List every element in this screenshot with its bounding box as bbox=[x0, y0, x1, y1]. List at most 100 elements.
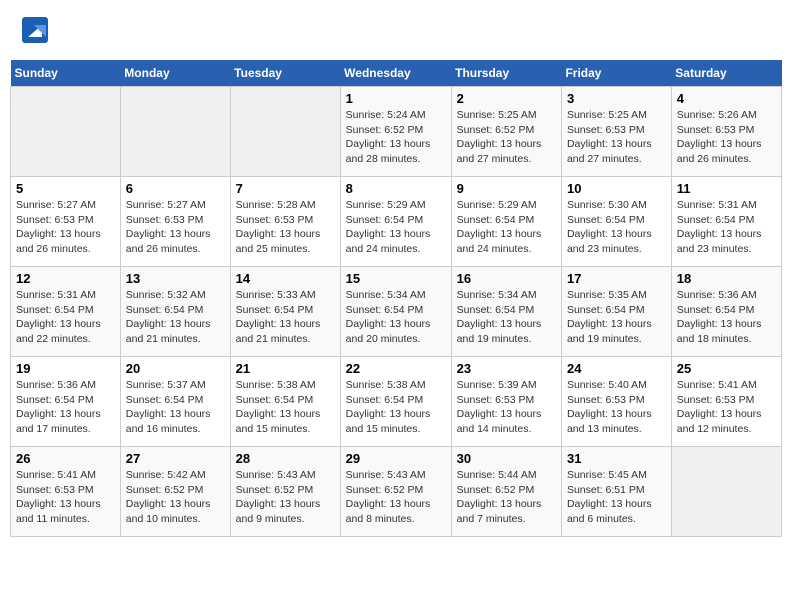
calendar-cell: 3 Sunrise: 5:25 AMSunset: 6:53 PMDaylight… bbox=[561, 87, 671, 177]
day-number: 27 bbox=[126, 451, 225, 466]
day-info: Sunrise: 5:39 AMSunset: 6:53 PMDaylight:… bbox=[457, 378, 556, 437]
calendar-cell: 6 Sunrise: 5:27 AMSunset: 6:53 PMDaylight… bbox=[120, 177, 230, 267]
calendar-cell: 12Sunrise: 5:31 AMSunset: 6:54 PMDayligh… bbox=[11, 267, 121, 357]
day-number: 26 bbox=[16, 451, 115, 466]
calendar-cell: 17 Sunrise: 5:35 AMSunset: 6:54 PMDayligh… bbox=[561, 267, 671, 357]
calendar-week-row: 26 Sunrise: 5:41 AMSunset: 6:53 PMDayligh… bbox=[11, 447, 782, 537]
calendar-cell: 31 Sunrise: 5:45 AMSunset: 6:51 PMDayligh… bbox=[561, 447, 671, 537]
day-info: Sunrise: 5:29 AMSunset: 6:54 PMDaylight:… bbox=[346, 198, 446, 257]
day-info: Sunrise: 5:28 AMSunset: 6:53 PMDaylight:… bbox=[236, 198, 335, 257]
day-number: 29 bbox=[346, 451, 446, 466]
calendar-cell bbox=[671, 447, 781, 537]
day-info: Sunrise: 5:44 AMSunset: 6:52 PMDaylight:… bbox=[457, 468, 556, 527]
day-info: Sunrise: 5:27 AMSunset: 6:53 PMDaylight:… bbox=[126, 198, 225, 257]
calendar-table: SundayMondayTuesdayWednesdayThursdayFrid… bbox=[10, 60, 782, 537]
day-number: 31 bbox=[567, 451, 666, 466]
weekday-header-row: SundayMondayTuesdayWednesdayThursdayFrid… bbox=[11, 60, 782, 87]
day-number: 1 bbox=[346, 91, 446, 106]
day-info: Sunrise: 5:37 AMSunset: 6:54 PMDaylight:… bbox=[126, 378, 225, 437]
day-info: Sunrise: 5:27 AMSunset: 6:53 PMDaylight:… bbox=[16, 198, 115, 257]
calendar-week-row: 19 Sunrise: 5:36 AMSunset: 6:54 PMDayligh… bbox=[11, 357, 782, 447]
day-info: Sunrise: 5:31 AMSunset: 6:54 PMDaylight:… bbox=[16, 288, 115, 347]
day-info: Sunrise: 5:41 AMSunset: 6:53 PMDaylight:… bbox=[677, 378, 776, 437]
calendar-cell: 25Sunrise: 5:41 AMSunset: 6:53 PMDayligh… bbox=[671, 357, 781, 447]
day-info: Sunrise: 5:32 AMSunset: 6:54 PMDaylight:… bbox=[126, 288, 225, 347]
weekday-header: Thursday bbox=[451, 60, 561, 87]
day-info: Sunrise: 5:25 AMSunset: 6:52 PMDaylight:… bbox=[457, 108, 556, 167]
day-info: Sunrise: 5:36 AMSunset: 6:54 PMDaylight:… bbox=[16, 378, 115, 437]
day-number: 16 bbox=[457, 271, 556, 286]
day-number: 18 bbox=[677, 271, 776, 286]
calendar-cell: 13 Sunrise: 5:32 AMSunset: 6:54 PMDayligh… bbox=[120, 267, 230, 357]
calendar-cell: 30 Sunrise: 5:44 AMSunset: 6:52 PMDayligh… bbox=[451, 447, 561, 537]
day-info: Sunrise: 5:35 AMSunset: 6:54 PMDaylight:… bbox=[567, 288, 666, 347]
calendar-cell: 26 Sunrise: 5:41 AMSunset: 6:53 PMDayligh… bbox=[11, 447, 121, 537]
calendar-cell bbox=[11, 87, 121, 177]
calendar-cell: 16Sunrise: 5:34 AMSunset: 6:54 PMDayligh… bbox=[451, 267, 561, 357]
calendar-cell: 10 Sunrise: 5:30 AMSunset: 6:54 PMDayligh… bbox=[561, 177, 671, 267]
day-info: Sunrise: 5:38 AMSunset: 6:54 PMDaylight:… bbox=[346, 378, 446, 437]
day-number: 22 bbox=[346, 361, 446, 376]
day-info: Sunrise: 5:26 AMSunset: 6:53 PMDaylight:… bbox=[677, 108, 776, 167]
day-info: Sunrise: 5:41 AMSunset: 6:53 PMDaylight:… bbox=[16, 468, 115, 527]
calendar-cell: 21 Sunrise: 5:38 AMSunset: 6:54 PMDayligh… bbox=[230, 357, 340, 447]
calendar-cell: 14Sunrise: 5:33 AMSunset: 6:54 PMDayligh… bbox=[230, 267, 340, 357]
calendar-week-row: 1 Sunrise: 5:24 AMSunset: 6:52 PMDaylight… bbox=[11, 87, 782, 177]
calendar-cell: 15 Sunrise: 5:34 AMSunset: 6:54 PMDayligh… bbox=[340, 267, 451, 357]
logo-icon bbox=[20, 15, 50, 45]
calendar-cell: 1 Sunrise: 5:24 AMSunset: 6:52 PMDaylight… bbox=[340, 87, 451, 177]
day-number: 11 bbox=[677, 181, 776, 196]
day-number: 14 bbox=[236, 271, 335, 286]
weekday-header: Sunday bbox=[11, 60, 121, 87]
calendar-cell: 8Sunrise: 5:29 AMSunset: 6:54 PMDaylight… bbox=[340, 177, 451, 267]
day-number: 23 bbox=[457, 361, 556, 376]
day-info: Sunrise: 5:45 AMSunset: 6:51 PMDaylight:… bbox=[567, 468, 666, 527]
calendar-cell: 19 Sunrise: 5:36 AMSunset: 6:54 PMDayligh… bbox=[11, 357, 121, 447]
day-number: 7 bbox=[236, 181, 335, 196]
day-info: Sunrise: 5:38 AMSunset: 6:54 PMDaylight:… bbox=[236, 378, 335, 437]
day-info: Sunrise: 5:36 AMSunset: 6:54 PMDaylight:… bbox=[677, 288, 776, 347]
day-number: 28 bbox=[236, 451, 335, 466]
calendar-header: SundayMondayTuesdayWednesdayThursdayFrid… bbox=[11, 60, 782, 87]
weekday-header: Wednesday bbox=[340, 60, 451, 87]
day-number: 3 bbox=[567, 91, 666, 106]
calendar-cell: 2 Sunrise: 5:25 AMSunset: 6:52 PMDaylight… bbox=[451, 87, 561, 177]
weekday-header: Tuesday bbox=[230, 60, 340, 87]
day-number: 17 bbox=[567, 271, 666, 286]
day-number: 6 bbox=[126, 181, 225, 196]
day-info: Sunrise: 5:43 AMSunset: 6:52 PMDaylight:… bbox=[236, 468, 335, 527]
day-info: Sunrise: 5:40 AMSunset: 6:53 PMDaylight:… bbox=[567, 378, 666, 437]
day-info: Sunrise: 5:43 AMSunset: 6:52 PMDaylight:… bbox=[346, 468, 446, 527]
weekday-header: Saturday bbox=[671, 60, 781, 87]
day-number: 2 bbox=[457, 91, 556, 106]
day-info: Sunrise: 5:30 AMSunset: 6:54 PMDaylight:… bbox=[567, 198, 666, 257]
day-number: 30 bbox=[457, 451, 556, 466]
day-info: Sunrise: 5:24 AMSunset: 6:52 PMDaylight:… bbox=[346, 108, 446, 167]
day-number: 9 bbox=[457, 181, 556, 196]
day-number: 21 bbox=[236, 361, 335, 376]
calendar-cell: 7 Sunrise: 5:28 AMSunset: 6:53 PMDaylight… bbox=[230, 177, 340, 267]
calendar-cell: 11Sunrise: 5:31 AMSunset: 6:54 PMDayligh… bbox=[671, 177, 781, 267]
day-info: Sunrise: 5:42 AMSunset: 6:52 PMDaylight:… bbox=[126, 468, 225, 527]
calendar-cell: 29 Sunrise: 5:43 AMSunset: 6:52 PMDayligh… bbox=[340, 447, 451, 537]
day-number: 20 bbox=[126, 361, 225, 376]
day-info: Sunrise: 5:34 AMSunset: 6:54 PMDaylight:… bbox=[346, 288, 446, 347]
day-info: Sunrise: 5:25 AMSunset: 6:53 PMDaylight:… bbox=[567, 108, 666, 167]
weekday-header: Monday bbox=[120, 60, 230, 87]
calendar-cell: 24Sunrise: 5:40 AMSunset: 6:53 PMDayligh… bbox=[561, 357, 671, 447]
page-header bbox=[10, 10, 782, 50]
calendar-week-row: 5Sunrise: 5:27 AMSunset: 6:53 PMDaylight… bbox=[11, 177, 782, 267]
day-number: 13 bbox=[126, 271, 225, 286]
day-number: 10 bbox=[567, 181, 666, 196]
day-number: 19 bbox=[16, 361, 115, 376]
day-info: Sunrise: 5:29 AMSunset: 6:54 PMDaylight:… bbox=[457, 198, 556, 257]
calendar-cell: 28 Sunrise: 5:43 AMSunset: 6:52 PMDayligh… bbox=[230, 447, 340, 537]
calendar-cell: 4 Sunrise: 5:26 AMSunset: 6:53 PMDaylight… bbox=[671, 87, 781, 177]
calendar-cell: 22 Sunrise: 5:38 AMSunset: 6:54 PMDayligh… bbox=[340, 357, 451, 447]
logo bbox=[20, 15, 54, 45]
day-number: 15 bbox=[346, 271, 446, 286]
calendar-cell bbox=[120, 87, 230, 177]
day-number: 4 bbox=[677, 91, 776, 106]
calendar-cell: 27 Sunrise: 5:42 AMSunset: 6:52 PMDayligh… bbox=[120, 447, 230, 537]
calendar-cell: 9 Sunrise: 5:29 AMSunset: 6:54 PMDaylight… bbox=[451, 177, 561, 267]
